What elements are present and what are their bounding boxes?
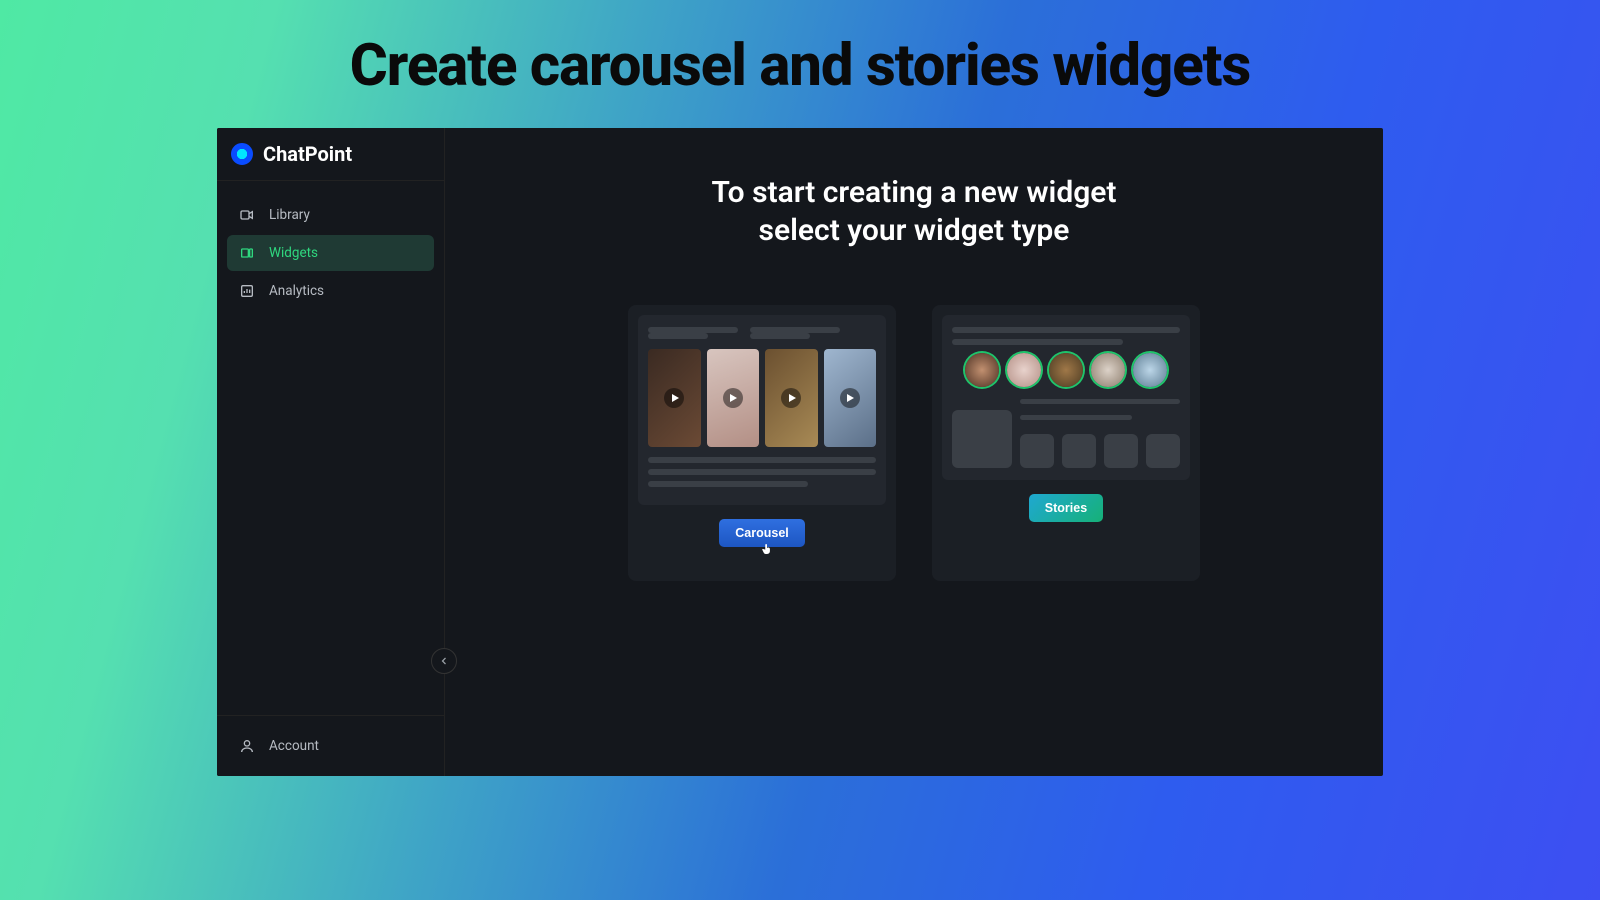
- widget-type-cards: Carousel: [485, 305, 1343, 581]
- stories-preview: [942, 315, 1190, 480]
- sidebar-item-label: Widgets: [269, 245, 318, 261]
- headline-line-2: select your widget type: [759, 213, 1070, 248]
- story-circle: [1133, 353, 1167, 387]
- widgets-icon: [239, 245, 255, 261]
- video-icon: [239, 207, 255, 223]
- placeholder-square: [1104, 434, 1138, 468]
- account-label: Account: [269, 738, 319, 754]
- main-content: To start creating a new widget select yo…: [445, 128, 1383, 776]
- card-stories: Stories: [932, 305, 1200, 581]
- story-circle: [965, 353, 999, 387]
- brand-logo-icon: [231, 143, 253, 165]
- page-headline: To start creating a new widget select yo…: [485, 174, 1343, 249]
- play-icon: [840, 388, 860, 408]
- play-icon: [781, 388, 801, 408]
- story-circle: [1007, 353, 1041, 387]
- sidebar-item-analytics[interactable]: Analytics: [227, 273, 434, 309]
- carousel-thumb: [707, 349, 760, 447]
- placeholder-block: [952, 410, 1012, 468]
- play-icon: [664, 388, 684, 408]
- app-window: ChatPoint Library Widgets Analytics Acco…: [217, 128, 1383, 776]
- sidebar-footer: Account: [217, 715, 444, 776]
- brand: ChatPoint: [217, 128, 444, 181]
- sidebar-item-account[interactable]: Account: [227, 730, 434, 762]
- sidebar-item-library[interactable]: Library: [227, 197, 434, 233]
- placeholder-square: [1020, 434, 1054, 468]
- brand-name: ChatPoint: [263, 142, 352, 166]
- carousel-thumb: [824, 349, 877, 447]
- user-icon: [239, 738, 255, 754]
- analytics-icon: [239, 283, 255, 299]
- story-circle: [1091, 353, 1125, 387]
- sidebar-item-widgets[interactable]: Widgets: [227, 235, 434, 271]
- sidebar-item-label: Analytics: [269, 283, 324, 299]
- cursor-hand-icon: [760, 541, 774, 557]
- carousel-thumb: [648, 349, 701, 447]
- carousel-thumb: [765, 349, 818, 447]
- stories-button[interactable]: Stories: [1029, 494, 1103, 522]
- placeholder-square: [1146, 434, 1180, 468]
- play-icon: [723, 388, 743, 408]
- sidebar-nav: Library Widgets Analytics: [217, 181, 444, 715]
- placeholder-square: [1062, 434, 1096, 468]
- sidebar: ChatPoint Library Widgets Analytics Acco…: [217, 128, 445, 776]
- card-carousel: Carousel: [628, 305, 896, 581]
- hero-title: Create carousel and stories widgets: [350, 32, 1250, 100]
- story-circle: [1049, 353, 1083, 387]
- headline-line-1: To start creating a new widget: [711, 175, 1116, 210]
- sidebar-item-label: Library: [269, 207, 310, 223]
- carousel-preview: [638, 315, 886, 505]
